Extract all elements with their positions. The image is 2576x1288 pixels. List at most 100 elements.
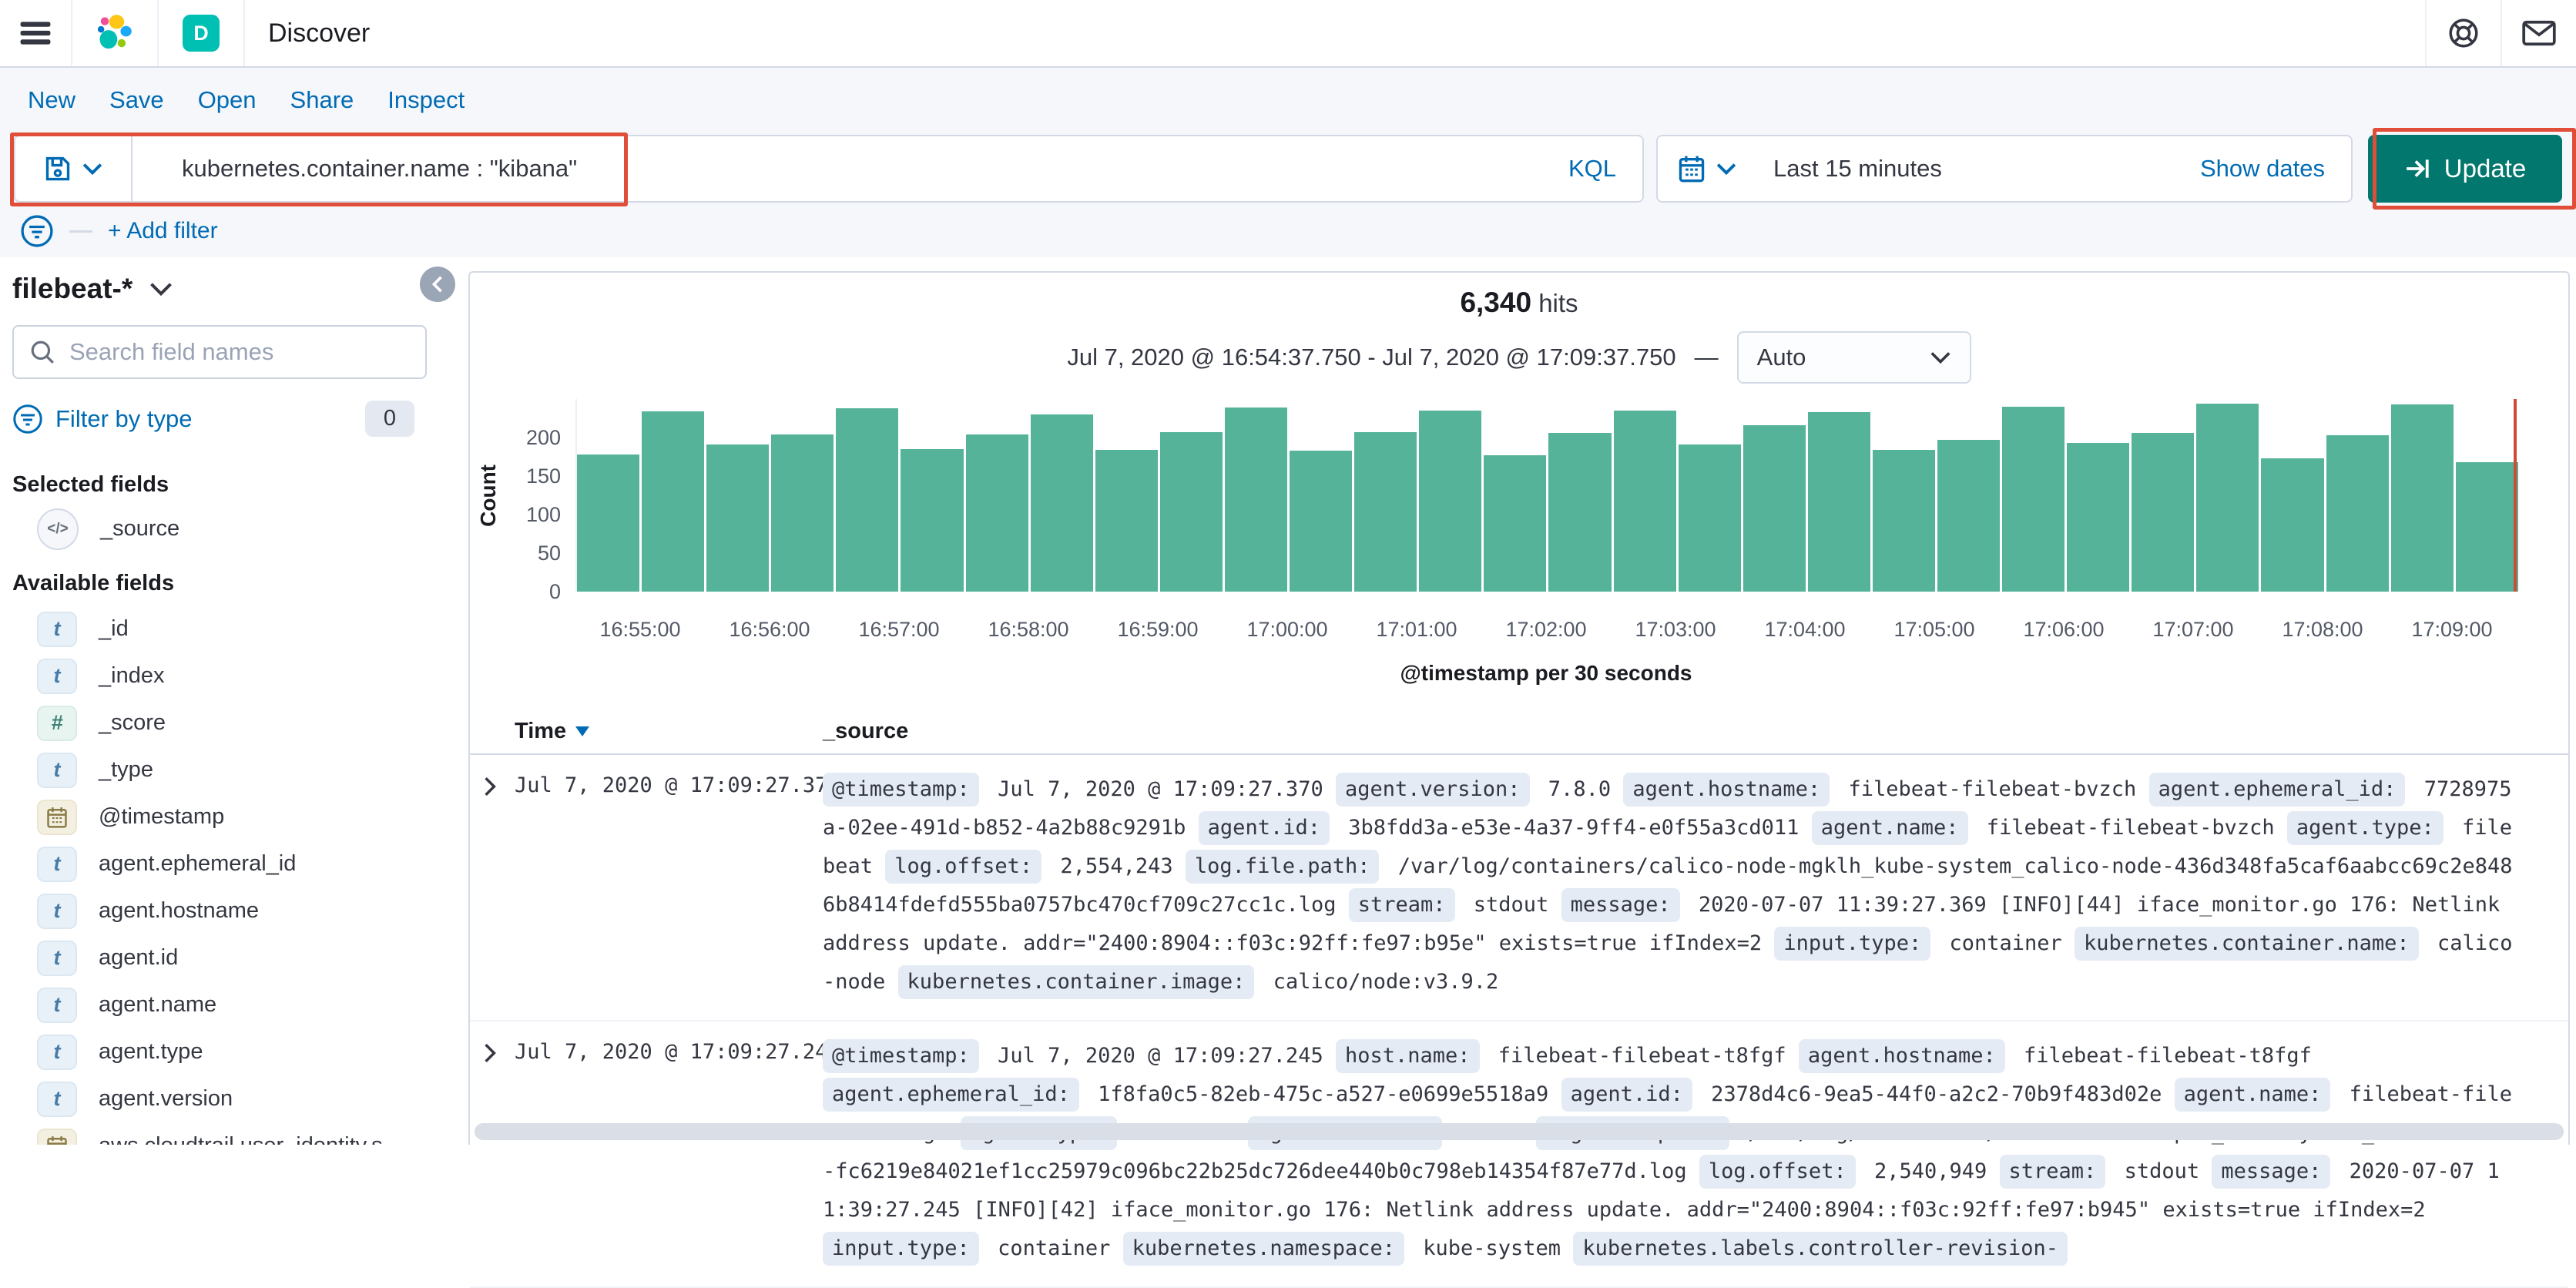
histogram-bar[interactable] xyxy=(901,449,964,592)
time-range-label[interactable]: Last 15 minutes xyxy=(1773,155,2200,183)
source-field-badge: host.name: xyxy=(1335,1039,1480,1073)
help-button[interactable] xyxy=(2427,0,2501,66)
field-item-_id[interactable]: t _id xyxy=(0,605,445,652)
elastic-logo[interactable] xyxy=(72,0,157,66)
histogram-bar[interactable] xyxy=(1354,432,1417,592)
histogram-bar[interactable] xyxy=(1290,451,1353,592)
toolbar-link-new[interactable]: New xyxy=(28,86,75,114)
query-input[interactable]: kubernetes.container.name : "kibana" xyxy=(132,136,1542,201)
histogram-bar[interactable] xyxy=(2132,433,2195,592)
histogram-bar[interactable] xyxy=(1807,412,1870,592)
field-item-_source[interactable]: </> _source xyxy=(0,505,445,552)
source-field-badge: agent.ephemeral_id: xyxy=(2148,773,2406,807)
toolbar-link-inspect[interactable]: Inspect xyxy=(387,86,465,114)
histogram-bar[interactable] xyxy=(965,434,1028,592)
interval-select[interactable]: Auto xyxy=(1736,331,1971,384)
field-item-_type[interactable]: t _type xyxy=(0,746,445,793)
histogram-bar[interactable] xyxy=(1742,425,1806,592)
calendar-icon xyxy=(1678,154,1706,183)
collapse-sidebar-button[interactable] xyxy=(420,267,455,302)
selected-fields-list: </> _source xyxy=(0,505,445,552)
field-item-agent.type[interactable]: t agent.type xyxy=(0,1028,445,1075)
source-field-badge: agent.id: xyxy=(1198,811,1330,845)
source-field-badge: kubernetes.namespace: xyxy=(1122,1232,1404,1266)
index-pattern-selector[interactable]: filebeat-* xyxy=(12,273,445,305)
histogram-bar[interactable] xyxy=(1484,455,1547,592)
histogram-bar[interactable] xyxy=(2067,443,2130,592)
histogram-bar[interactable] xyxy=(771,434,834,592)
field-item-agent.hostname[interactable]: t agent.hostname xyxy=(0,887,445,934)
histogram-bar[interactable] xyxy=(1095,450,1158,592)
field-name-label: agent.type xyxy=(99,1039,203,1064)
filter-by-type-button[interactable]: Filter by type 0 xyxy=(12,401,414,437)
add-filter-button[interactable]: + Add filter xyxy=(108,218,218,244)
source-field-badge: agent.type: xyxy=(2286,811,2444,845)
elastic-logo-icon xyxy=(95,13,135,53)
field-item-@timestamp[interactable]: @timestamp xyxy=(0,793,445,840)
available-fields-list: t _id t _index # _score t _type @timestamp t agent… xyxy=(0,605,445,1145)
histogram-bar[interactable] xyxy=(1548,433,1612,592)
field-item-agent.version[interactable]: t agent.version xyxy=(0,1075,445,1122)
field-item-agent.name[interactable]: t agent.name xyxy=(0,981,445,1028)
histogram-bar[interactable] xyxy=(1872,450,1935,592)
field-item-aws.cloudtrail.user_identity.s...[interactable]: aws.cloudtrail.user_identity.s... xyxy=(0,1122,445,1145)
histogram-bar[interactable] xyxy=(1159,432,1223,592)
histogram-bar[interactable] xyxy=(2002,407,2065,592)
histogram-bar[interactable] xyxy=(706,444,770,592)
histogram-bar[interactable] xyxy=(2326,435,2389,592)
histogram-bar[interactable] xyxy=(1937,440,2001,592)
histogram-bar[interactable] xyxy=(2390,404,2454,592)
field-item-agent.id[interactable]: t agent.id xyxy=(0,934,445,981)
source-field-badge: stream: xyxy=(1348,888,1455,922)
field-name-label: aws.cloudtrail.user_identity.s... xyxy=(99,1133,401,1145)
histogram-bar[interactable] xyxy=(1678,444,1741,592)
horizontal-scrollbar[interactable] xyxy=(475,1123,2564,1140)
field-name-label: _type xyxy=(99,757,153,782)
filter-set-icon[interactable] xyxy=(20,214,54,248)
app-badge[interactable]: D xyxy=(159,0,243,66)
update-button[interactable]: Update xyxy=(2368,135,2562,203)
source-field-badge: @timestamp: xyxy=(823,1039,979,1073)
show-dates-button[interactable]: Show dates xyxy=(2200,155,2351,183)
histogram-bar[interactable] xyxy=(1030,414,1093,592)
field-item-_score[interactable]: # _score xyxy=(0,699,445,746)
time-column-header[interactable]: Time xyxy=(515,719,823,744)
hamburger-menu-button[interactable] xyxy=(0,0,71,66)
query-language-button[interactable]: KQL xyxy=(1542,136,1642,201)
toolbar-link-open[interactable]: Open xyxy=(198,86,257,114)
source-field-badge: agent.hostname: xyxy=(1798,1039,2005,1073)
histogram-bar[interactable] xyxy=(2261,458,2324,592)
field-item-agent.ephemeral_id[interactable]: t agent.ephemeral_id xyxy=(0,840,445,887)
histogram-bar[interactable] xyxy=(836,408,899,592)
histogram-bar[interactable] xyxy=(577,454,640,592)
saved-query-button[interactable] xyxy=(15,136,132,201)
query-input-group: kubernetes.container.name : "kibana" KQL xyxy=(14,135,1644,203)
field-name-label: agent.id xyxy=(99,945,179,970)
source-type-icon: </> xyxy=(37,508,79,550)
doc-expand-button[interactable] xyxy=(481,776,499,797)
x-tick-label: 17:09:00 xyxy=(2411,618,2493,641)
y-tick-label: 100 xyxy=(525,503,561,526)
histogram-bar[interactable] xyxy=(2455,462,2518,592)
x-tick-label: 17:01:00 xyxy=(1376,618,1457,641)
chevron-down-icon xyxy=(1716,162,1736,176)
field-item-_index[interactable]: t _index xyxy=(0,652,445,699)
toolbar-link-share[interactable]: Share xyxy=(290,86,354,114)
histogram-bar[interactable] xyxy=(1224,408,1288,592)
doc-expand-button[interactable] xyxy=(481,1043,499,1063)
field-name-label: _id xyxy=(99,616,129,641)
toolbar-link-save[interactable]: Save xyxy=(109,86,164,114)
date-picker-quick-menu[interactable] xyxy=(1658,154,1756,183)
field-search-input[interactable]: Search field names xyxy=(12,325,427,379)
histogram-bar[interactable] xyxy=(1419,411,1482,592)
doc-source-cell: @timestamp: Jul 7, 2020 @ 17:09:27.245 h… xyxy=(823,1037,2522,1268)
x-tick-label: 16:58:00 xyxy=(988,618,1069,641)
string-type-icon: t xyxy=(37,1034,77,1070)
histogram-bar[interactable] xyxy=(1613,411,1676,592)
histogram-bar[interactable] xyxy=(2196,404,2259,592)
filter-bar-divider xyxy=(69,230,92,233)
string-type-icon: t xyxy=(37,1081,77,1117)
newsfeed-button[interactable] xyxy=(2502,0,2576,66)
table-row: Jul 7, 2020 @ 17:09:27.370 @timestamp: Ju… xyxy=(470,755,2568,1021)
histogram-bar[interactable] xyxy=(642,411,705,592)
